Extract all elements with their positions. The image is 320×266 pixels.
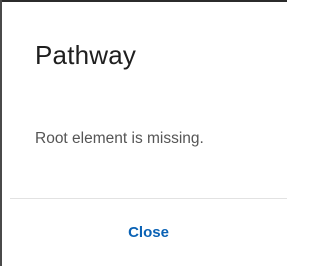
close-button[interactable]: Close xyxy=(10,199,287,266)
background-window-edge-left xyxy=(0,0,2,266)
error-dialog: Pathway Root element is missing. Close xyxy=(10,2,287,266)
dialog-title: Pathway xyxy=(35,40,137,70)
dialog-message: Root element is missing. xyxy=(35,130,204,147)
screen: Pathway Root element is missing. Close xyxy=(0,0,287,266)
